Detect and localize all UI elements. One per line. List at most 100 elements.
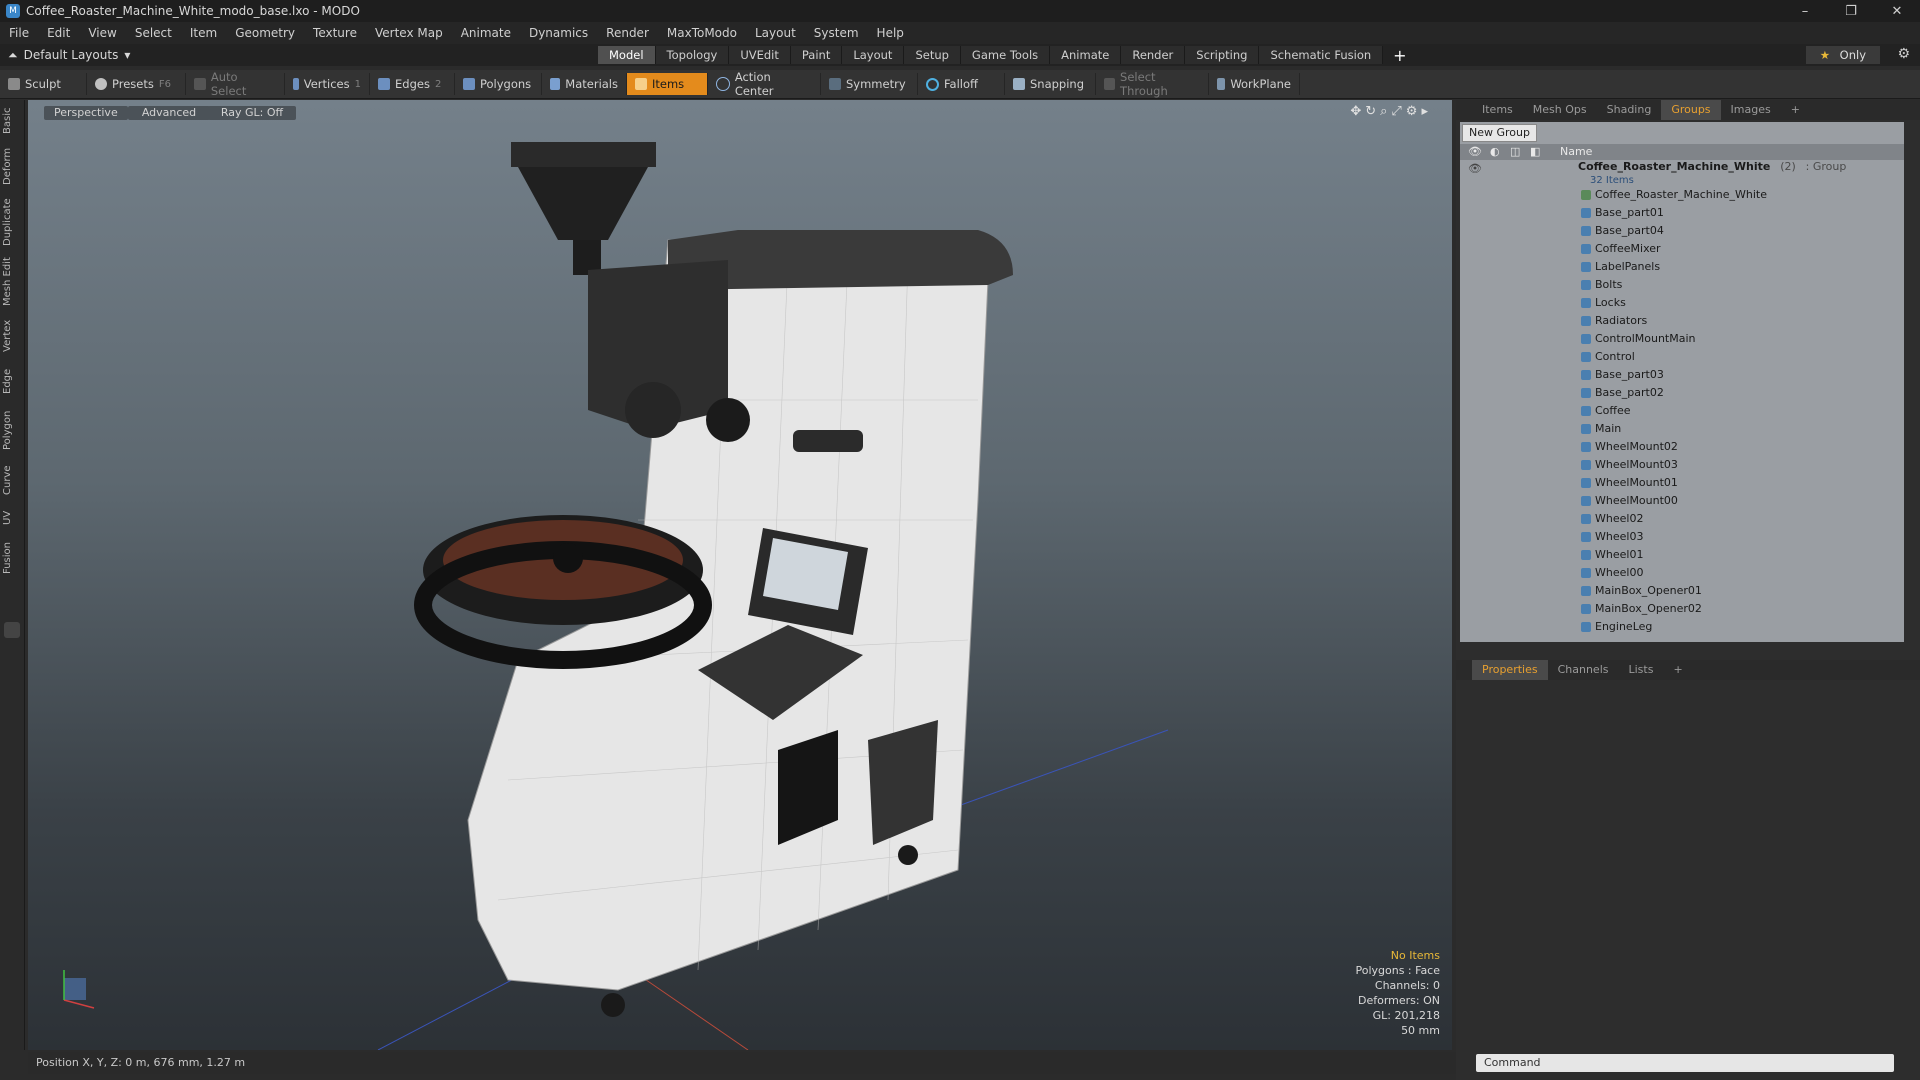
panel-toggle-icon[interactable] — [4, 622, 20, 638]
tab-basic[interactable]: Basic — [2, 106, 22, 136]
tab-images[interactable]: Images — [1721, 100, 1781, 120]
menu-layout[interactable]: Layout — [746, 26, 805, 40]
list-item[interactable]: Coffee_Roaster_Machine_White — [1460, 186, 1904, 204]
new-group-button[interactable]: New Group — [1462, 124, 1537, 142]
menu-item[interactable]: Item — [181, 26, 226, 40]
tab-deform[interactable]: Deform — [2, 144, 22, 188]
tab-setup[interactable]: Setup — [904, 46, 961, 64]
materials-button[interactable]: Materials — [542, 73, 627, 95]
close-button[interactable]: ✕ — [1874, 4, 1920, 19]
list-item[interactable]: Wheel01 — [1460, 546, 1904, 564]
tab-render[interactable]: Render — [1121, 46, 1186, 64]
list-item[interactable]: EngineLeg — [1460, 618, 1904, 636]
tab-shading[interactable]: Shading — [1597, 100, 1662, 120]
tab-mesh-ops[interactable]: Mesh Ops — [1523, 100, 1597, 120]
menu-help[interactable]: Help — [868, 26, 913, 40]
tab-groups[interactable]: Groups — [1661, 100, 1721, 120]
menu-texture[interactable]: Texture — [304, 26, 366, 40]
list-item[interactable]: Bolts — [1460, 276, 1904, 294]
list-item[interactable]: Wheel03 — [1460, 528, 1904, 546]
tab-topology[interactable]: Topology — [655, 46, 730, 64]
menu-animate[interactable]: Animate — [452, 26, 520, 40]
edges-button[interactable]: Edges 2 — [370, 73, 455, 95]
add-properties-tab-icon[interactable]: + — [1663, 660, 1692, 680]
list-item[interactable]: MainBox_Opener01 — [1460, 582, 1904, 600]
tab-paint[interactable]: Paint — [790, 46, 843, 64]
menu-system[interactable]: System — [805, 26, 868, 40]
list-item[interactable]: WheelMount03 — [1460, 456, 1904, 474]
workplane-button[interactable]: WorkPlane — [1209, 73, 1300, 95]
items-button[interactable]: Items — [627, 73, 708, 95]
lock-icon[interactable]: ◫ — [1510, 144, 1520, 160]
render-icon[interactable]: ◐ — [1490, 144, 1500, 160]
tab-layout[interactable]: Layout — [842, 46, 905, 64]
list-item[interactable]: WheelMount00 — [1460, 492, 1904, 510]
list-item[interactable]: ControlMountMain — [1460, 330, 1904, 348]
menu-render[interactable]: Render — [597, 26, 658, 40]
menu-geometry[interactable]: Geometry — [226, 26, 304, 40]
gear-icon[interactable]: ⚙ — [1897, 46, 1910, 62]
menu-vertex-map[interactable]: Vertex Map — [366, 26, 452, 40]
snapping-button[interactable]: Snapping — [1005, 73, 1096, 95]
select-icon[interactable]: ◧ — [1530, 144, 1540, 160]
menu-file[interactable]: File — [0, 26, 38, 40]
tab-duplicate[interactable]: Duplicate — [2, 196, 22, 248]
tab-properties[interactable]: Properties — [1472, 660, 1548, 680]
sculpt-button[interactable]: Sculpt — [0, 73, 87, 95]
list-item[interactable]: Radiators — [1460, 312, 1904, 330]
root-visibility-icon[interactable]: 👁 — [1468, 160, 1482, 178]
list-item[interactable]: MainBox_Opener02 — [1460, 600, 1904, 618]
tab-model[interactable]: Model — [598, 46, 656, 64]
presets-button[interactable]: Presets F6 — [87, 73, 186, 95]
symmetry-button[interactable]: Symmetry — [821, 73, 918, 95]
list-item[interactable]: Wheel00 — [1460, 564, 1904, 582]
tab-mesh-edit[interactable]: Mesh Edit — [2, 256, 22, 308]
polygons-button[interactable]: Polygons — [455, 73, 542, 95]
list-item[interactable]: LabelPanels — [1460, 258, 1904, 276]
command-input[interactable]: Command — [1476, 1054, 1894, 1072]
list-item[interactable]: CoffeeMixer — [1460, 240, 1904, 258]
tab-scripting[interactable]: Scripting — [1185, 46, 1260, 64]
menu-maxtomodo[interactable]: MaxToModo — [658, 26, 746, 40]
list-item[interactable]: Base_part01 — [1460, 204, 1904, 222]
menu-select[interactable]: Select — [126, 26, 181, 40]
only-toggle[interactable]: ★ Only — [1805, 46, 1880, 64]
tab-uv[interactable]: UV — [2, 506, 22, 530]
tab-lists[interactable]: Lists — [1619, 660, 1664, 680]
menu-view[interactable]: View — [79, 26, 125, 40]
list-item[interactable]: Base_part03 — [1460, 366, 1904, 384]
tab-channels[interactable]: Channels — [1548, 660, 1619, 680]
minimize-button[interactable]: – — [1782, 4, 1828, 19]
vertices-button[interactable]: Vertices 1 — [285, 73, 370, 95]
auto-select-button[interactable]: Auto Select — [186, 70, 285, 98]
add-panel-tab-icon[interactable]: + — [1781, 100, 1810, 120]
tab-vertex[interactable]: Vertex — [2, 316, 22, 356]
restore-button[interactable]: ❐ — [1828, 4, 1874, 19]
group-root-row[interactable]: 👁 Coffee_Roaster_Machine_White (2) : Gro… — [1460, 160, 1904, 186]
list-item[interactable]: Locks — [1460, 294, 1904, 312]
list-item[interactable]: Base_part04 — [1460, 222, 1904, 240]
menu-edit[interactable]: Edit — [38, 26, 79, 40]
list-item[interactable]: Coffee — [1460, 402, 1904, 420]
list-item[interactable]: WheelMount02 — [1460, 438, 1904, 456]
tab-schematic-fusion[interactable]: Schematic Fusion — [1259, 46, 1384, 64]
tab-polygon[interactable]: Polygon — [2, 406, 22, 454]
default-layouts-dropdown[interactable]: ⏶ Default Layouts ▾ — [8, 48, 598, 63]
list-item[interactable]: Main — [1460, 420, 1904, 438]
tab-edge[interactable]: Edge — [2, 364, 22, 398]
3d-viewport[interactable]: Perspective Advanced Ray GL: Off ✥↻⌕⤢⚙▸ — [28, 100, 1452, 1050]
tab-fusion[interactable]: Fusion — [2, 538, 22, 578]
eye-icon[interactable]: 👁 — [1468, 144, 1482, 160]
tab-uvedit[interactable]: UVEdit — [729, 46, 791, 64]
action-center-button[interactable]: Action Center — [708, 70, 821, 98]
menu-dynamics[interactable]: Dynamics — [520, 26, 597, 40]
groups-list[interactable]: New Group 👁 ◐ ◫ ◧ Name 👁 Coffee_Roaster_… — [1460, 122, 1904, 642]
select-through-button[interactable]: Select Through — [1096, 70, 1209, 98]
falloff-button[interactable]: Falloff — [918, 73, 1005, 95]
list-item[interactable]: Wheel02 — [1460, 510, 1904, 528]
tab-game-tools[interactable]: Game Tools — [960, 46, 1051, 64]
tab-items[interactable]: Items — [1472, 100, 1523, 120]
tab-curve[interactable]: Curve — [2, 462, 22, 498]
add-tab-icon[interactable]: + — [1393, 46, 1406, 65]
list-item[interactable]: WheelMount01 — [1460, 474, 1904, 492]
